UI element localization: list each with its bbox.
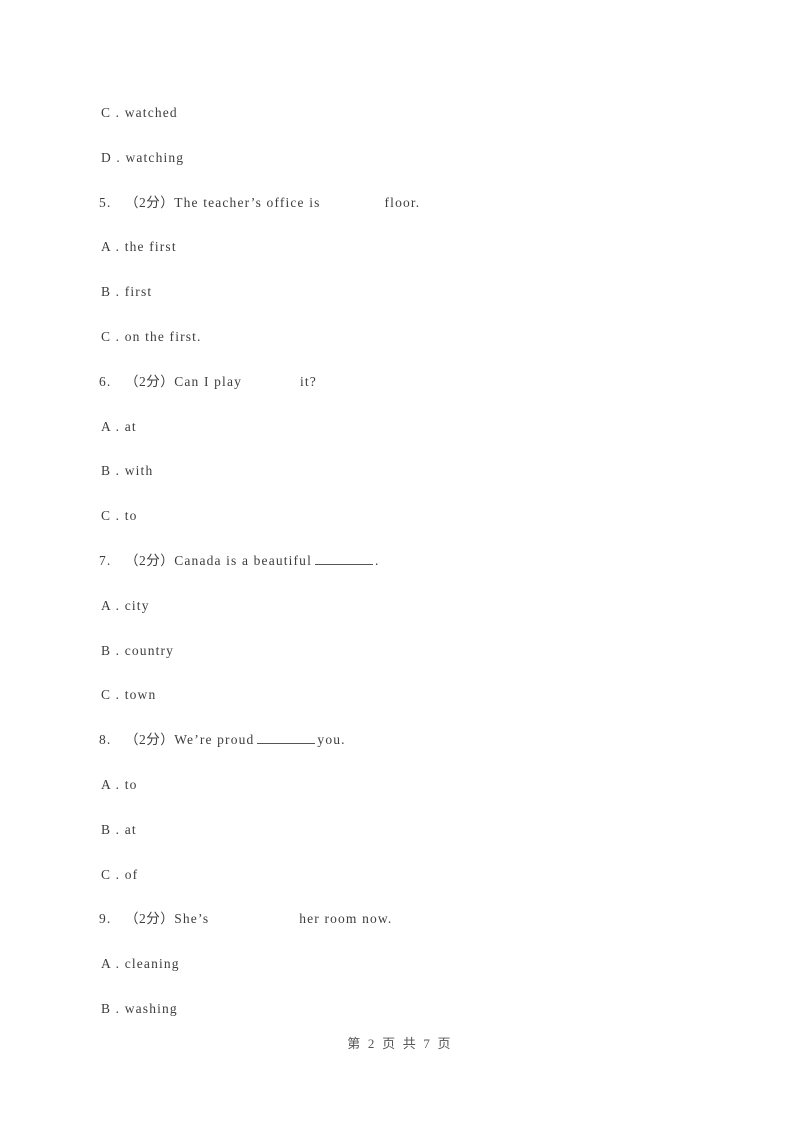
option-text: to (124, 776, 138, 792)
question-text-before-blank: Can I play (174, 373, 242, 389)
option-label: C . (101, 687, 121, 703)
option-label: A . (101, 239, 121, 255)
option-label: C . (101, 328, 121, 344)
answer-option: A . to (99, 775, 719, 820)
exam-question: 9. （2分）She’s her room now. (99, 909, 719, 954)
answer-option: C . to (99, 506, 719, 551)
answer-option: A . the first (99, 237, 719, 282)
exam-question: 8. （2分）We’re proud you. (99, 730, 719, 775)
option-label: C . (101, 866, 121, 882)
option-text: at (124, 821, 137, 837)
option-label: B . (101, 1000, 121, 1016)
answer-option: B . country (99, 641, 719, 686)
question-number: 6. (99, 373, 112, 389)
option-label: B . (101, 821, 121, 837)
answer-option: A . cleaning (99, 954, 719, 999)
option-text: city (124, 597, 150, 613)
question-text-after-blank: her room now. (299, 911, 393, 927)
question-number: 9. (99, 911, 112, 927)
option-text: the first (124, 239, 177, 255)
option-label: B . (101, 463, 121, 479)
option-text: first (124, 284, 153, 300)
option-label: A . (101, 776, 121, 792)
option-text: washing (124, 1000, 178, 1016)
option-label: B . (101, 642, 121, 658)
option-text: to (124, 508, 138, 524)
answer-blank-underline (257, 732, 316, 745)
option-text: watched (124, 105, 178, 120)
answer-option: C . of (99, 865, 719, 910)
answer-option: A . at (99, 417, 719, 462)
option-text: of (124, 866, 139, 882)
option-label: A . (101, 597, 121, 613)
exam-question: 5. （2分）The teacher’s office is floor. (99, 193, 719, 238)
question-marks: （2分） (125, 732, 175, 748)
option-label: B . (101, 284, 121, 300)
question-text-before-blank: We’re proud (174, 732, 255, 748)
question-text-after-blank: it? (300, 373, 317, 389)
option-text: at (124, 418, 137, 434)
question-marks: （2分） (125, 194, 175, 210)
question-number: 7. (99, 552, 112, 568)
question-list: C . watched D . watching 5. （2分）The teacher… (99, 103, 719, 1044)
question-number: 8. (99, 732, 112, 748)
question-marks: （2分） (125, 373, 175, 389)
answer-option: B . with (99, 461, 719, 506)
question-marks: （2分） (125, 552, 175, 568)
question-text-after-blank: floor. (384, 194, 421, 210)
exam-question: 7. （2分）Canada is a beautiful. (99, 551, 719, 596)
question-marks: （2分） (125, 911, 175, 927)
option-label: C . (101, 105, 121, 120)
page-footer: 第 2 页 共 7 页 (347, 1036, 453, 1051)
answer-option: C . on the first. (99, 327, 719, 372)
document-page: C . watched D . watching 5. （2分）The teacher… (0, 0, 800, 1132)
answer-option: A . city (99, 596, 719, 641)
question-text-after-blank: . (374, 552, 380, 568)
question-text-before-blank: She’s (174, 911, 210, 927)
option-text: with (124, 463, 154, 479)
question-text-after-blank: you. (317, 732, 346, 748)
question-text-before-blank: The teacher’s office is (174, 194, 321, 210)
answer-option: D . watching (99, 148, 719, 193)
option-label: A . (101, 418, 121, 434)
option-text: town (124, 687, 157, 703)
option-label: D . (101, 149, 121, 165)
answer-blank-underline (314, 553, 373, 565)
exam-question: 6. （2分）Can I play it? (99, 372, 719, 417)
answer-option: C . town (99, 685, 719, 730)
option-text: cleaning (124, 956, 180, 972)
option-label: C . (101, 508, 121, 524)
answer-option: C . watched (99, 103, 719, 148)
option-text: watching (125, 149, 185, 165)
option-text: country (124, 642, 175, 658)
answer-option: B . first (99, 282, 719, 327)
question-text-before-blank: Canada is a beautiful (174, 552, 312, 568)
answer-option: B . at (99, 820, 719, 865)
question-number: 5. (99, 194, 112, 210)
option-label: A . (101, 956, 121, 972)
option-text: on the first. (124, 328, 202, 344)
